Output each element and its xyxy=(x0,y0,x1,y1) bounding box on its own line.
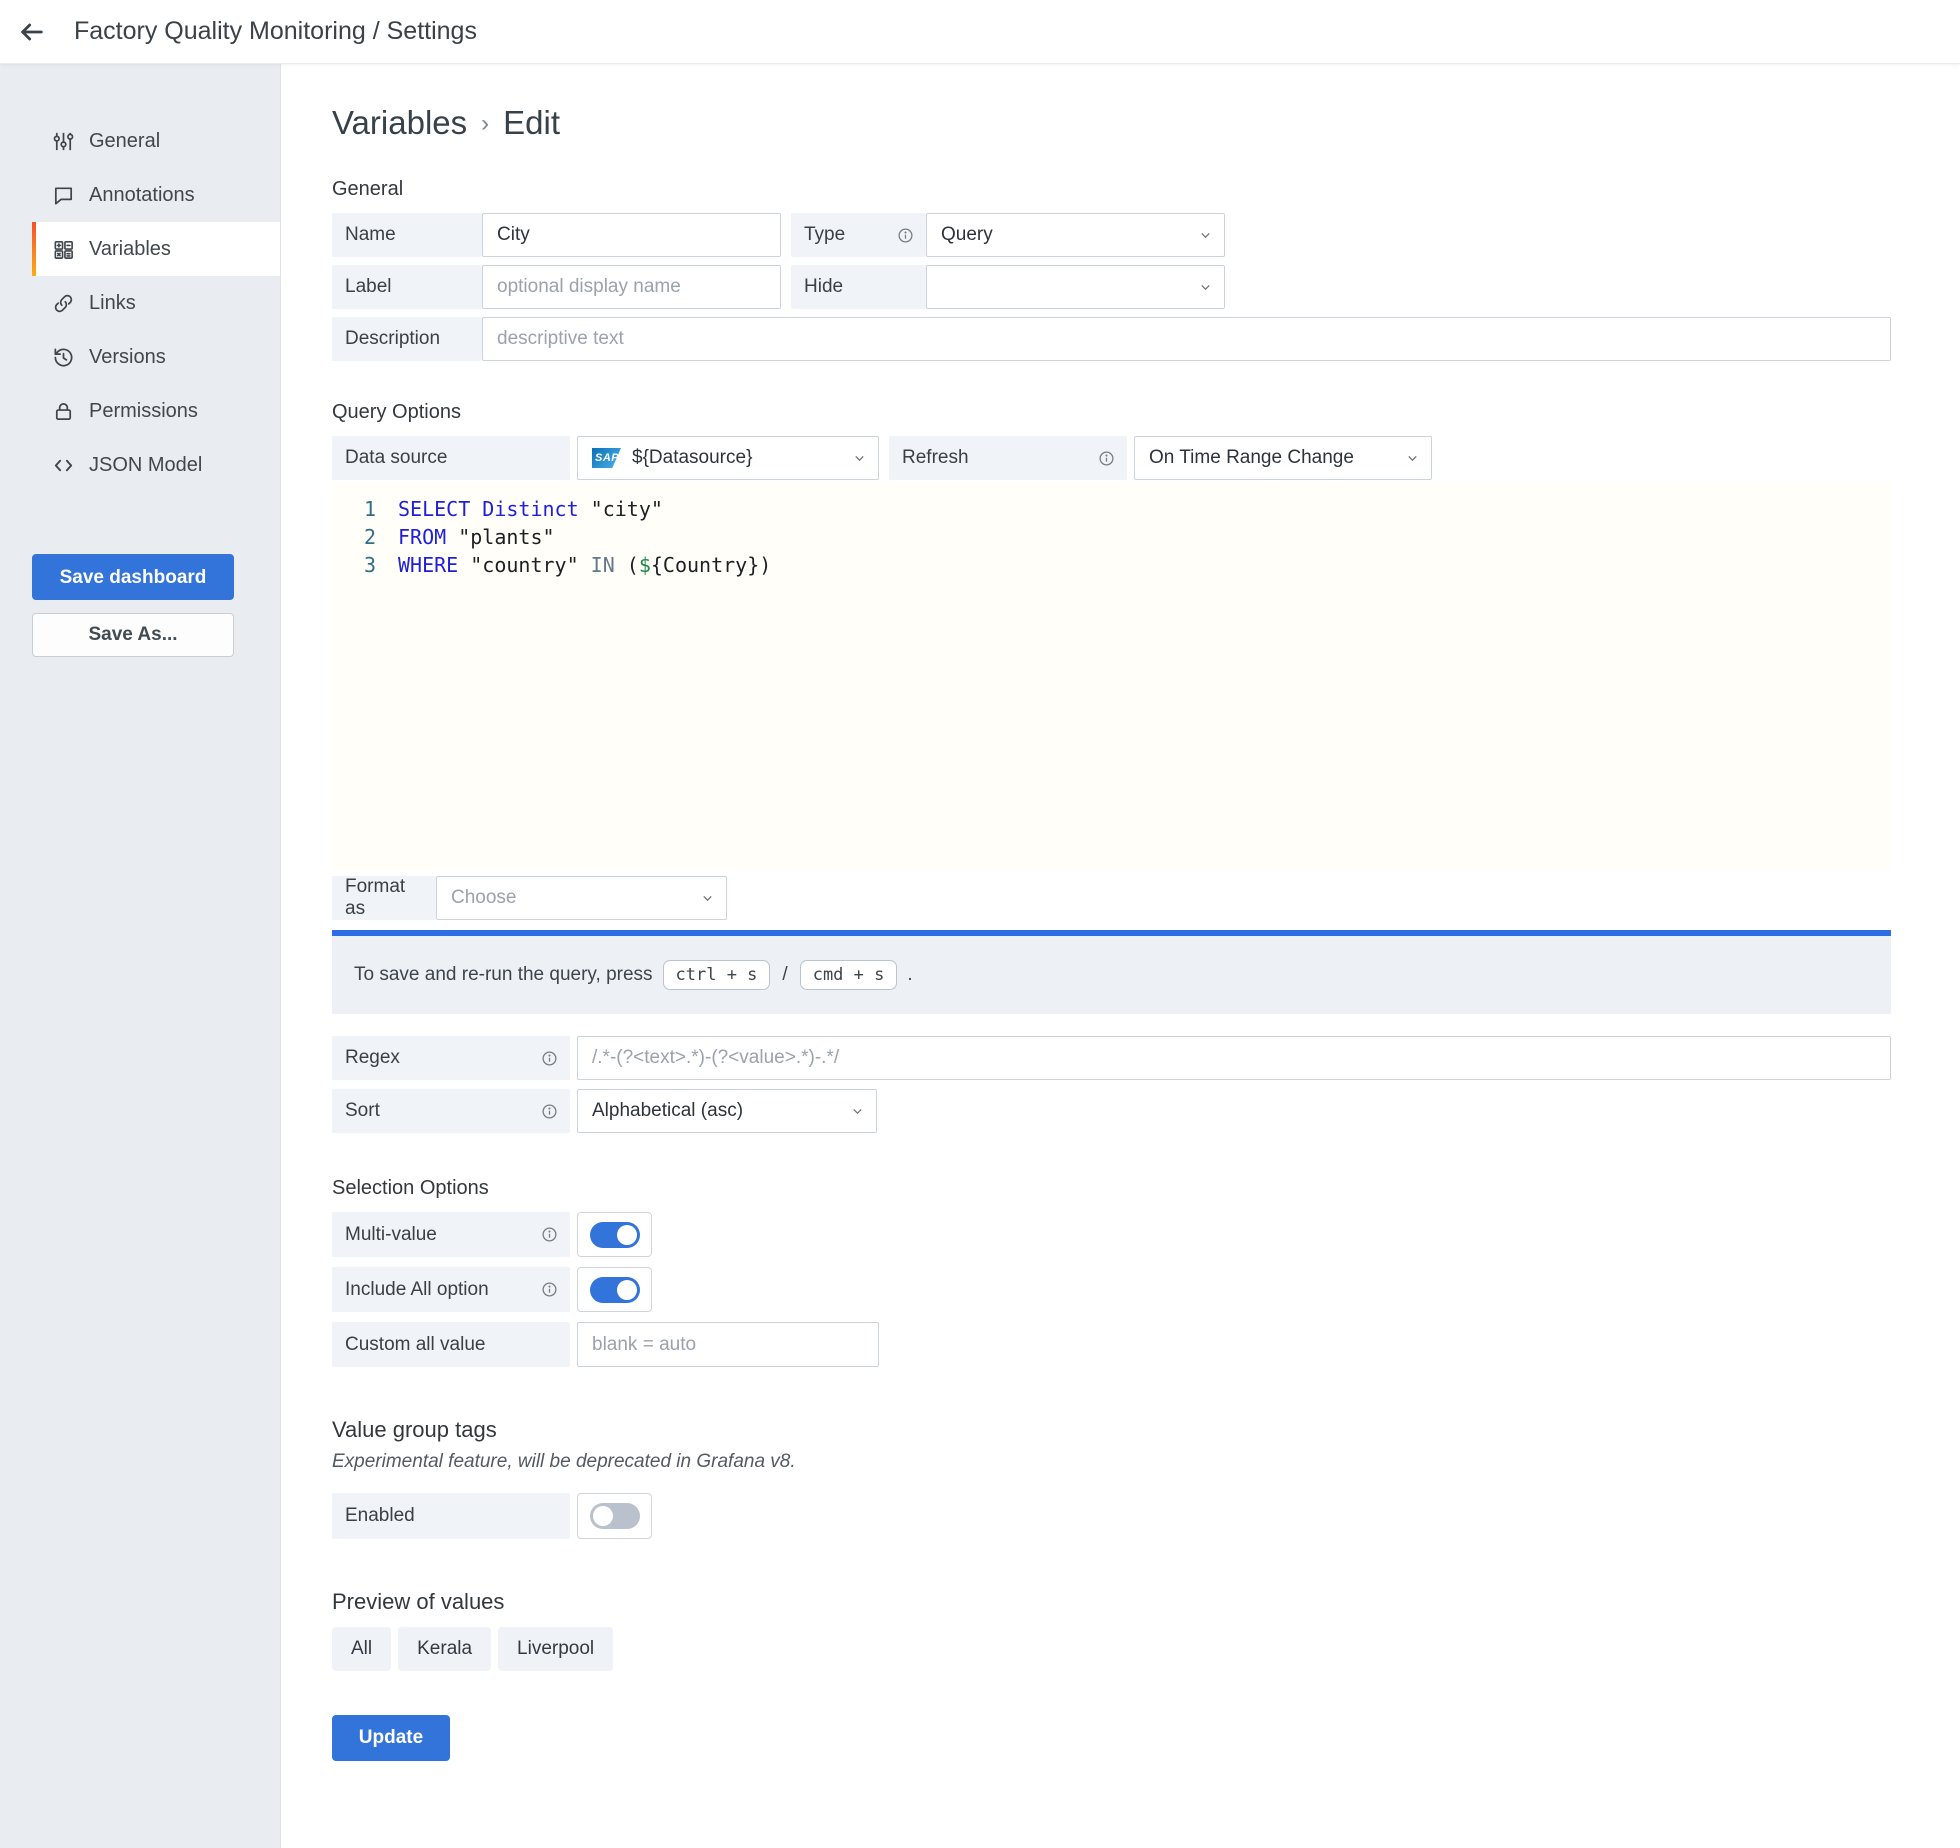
query-options-heading: Query Options xyxy=(332,401,1891,424)
sidebar-item-label: General xyxy=(89,130,160,153)
enabled-toggle[interactable] xyxy=(577,1493,652,1539)
type-select[interactable]: Query xyxy=(926,213,1225,257)
sql-editor[interactable]: 1 SELECT Distinct "city" 2 FROM "plants"… xyxy=(332,482,1891,870)
chevron-down-icon xyxy=(700,891,715,906)
chevron-down-icon xyxy=(1198,228,1213,243)
selection-options-heading: Selection Options xyxy=(332,1177,1891,1200)
breadcrumb-section: Variables xyxy=(332,104,467,142)
description-label: Description xyxy=(332,317,482,361)
sidebar-item-json-model[interactable]: JSON Model xyxy=(32,438,280,492)
breadcrumb: Variables › Edit xyxy=(332,104,1891,142)
breadcrumb-separator-icon: › xyxy=(481,110,489,138)
preview-value-kerala: Kerala xyxy=(398,1627,491,1671)
info-icon[interactable] xyxy=(541,1226,558,1243)
name-label: Name xyxy=(332,213,482,257)
info-icon[interactable] xyxy=(897,227,914,244)
line-number: 2 xyxy=(332,523,376,551)
format-as-label: Format as xyxy=(332,876,436,920)
general-section-heading: General xyxy=(332,178,1891,201)
sidebar-item-label: Annotations xyxy=(89,184,195,207)
sort-label: Sort xyxy=(332,1089,570,1133)
datasource-label: Data source xyxy=(332,436,570,480)
breadcrumb-current: Edit xyxy=(503,104,560,142)
info-icon[interactable] xyxy=(541,1103,558,1120)
label-field[interactable] xyxy=(482,265,781,309)
save-as-button[interactable]: Save As... xyxy=(32,613,234,657)
sap-datasource-icon: SAP xyxy=(592,448,621,468)
sidebar-item-label: Versions xyxy=(89,346,166,369)
update-button[interactable]: Update xyxy=(332,1715,450,1761)
preview-value-liverpool: Liverpool xyxy=(498,1627,613,1671)
sidebar-item-versions[interactable]: Versions xyxy=(32,330,280,384)
multi-value-label: Multi-value xyxy=(332,1212,570,1257)
info-icon[interactable] xyxy=(541,1050,558,1067)
save-dashboard-button[interactable]: Save dashboard xyxy=(32,554,234,600)
hide-select[interactable] xyxy=(926,265,1225,309)
sidebar-item-annotations[interactable]: Annotations xyxy=(32,168,280,222)
multi-value-toggle[interactable] xyxy=(577,1212,652,1257)
kbd-cmd-s: cmd + s xyxy=(800,960,898,990)
label-label: Label xyxy=(332,265,482,309)
info-icon[interactable] xyxy=(541,1281,558,1298)
sql-line: 1 SELECT Distinct "city" xyxy=(332,495,1891,523)
custom-all-value-input[interactable] xyxy=(577,1322,879,1367)
app-header: Factory Quality Monitoring / Settings xyxy=(0,0,1960,64)
sort-select[interactable]: Alphabetical (asc) xyxy=(577,1089,877,1133)
refresh-select[interactable]: On Time Range Change xyxy=(1134,436,1432,480)
info-icon[interactable] xyxy=(1098,450,1115,467)
enabled-label: Enabled xyxy=(332,1493,570,1539)
sidebar-item-permissions[interactable]: Permissions xyxy=(32,384,280,438)
line-number: 1 xyxy=(332,495,376,523)
save-hint: To save and re-run the query, press ctrl… xyxy=(332,936,1891,1014)
regex-label: Regex xyxy=(332,1036,570,1080)
back-button[interactable] xyxy=(0,0,64,64)
variables-icon xyxy=(52,238,75,261)
sidebar-item-label: Links xyxy=(89,292,136,315)
line-number: 3 xyxy=(332,551,376,579)
chevron-down-icon xyxy=(852,451,867,466)
toggle-on-indicator xyxy=(590,1277,640,1303)
format-as-select[interactable]: Choose xyxy=(436,876,727,920)
hide-label: Hide xyxy=(791,265,926,309)
include-all-toggle[interactable] xyxy=(577,1267,652,1312)
sql-line: 3 WHERE "country" IN (${Country}) xyxy=(332,551,1891,579)
refresh-label: Refresh xyxy=(889,436,1127,480)
page-title: Factory Quality Monitoring / Settings xyxy=(74,17,477,46)
sql-line: 2 FROM "plants" xyxy=(332,523,1891,551)
type-label: Type xyxy=(791,213,926,257)
preview-value-all: All xyxy=(332,1627,391,1671)
chevron-down-icon xyxy=(1198,280,1213,295)
sidebar-item-label: Variables xyxy=(89,238,171,261)
toggle-off-indicator xyxy=(590,1503,640,1529)
toggle-on-indicator xyxy=(590,1222,640,1248)
value-group-tags-heading: Value group tags xyxy=(332,1417,1891,1443)
link-icon xyxy=(52,292,75,315)
sidebar-item-label: JSON Model xyxy=(89,454,202,477)
chevron-down-icon xyxy=(850,1104,865,1119)
sidebar-item-general[interactable]: General xyxy=(32,114,280,168)
description-field[interactable] xyxy=(482,317,1891,361)
custom-all-value-label: Custom all value xyxy=(332,1322,570,1367)
sidebar-item-variables[interactable]: Variables xyxy=(32,222,280,276)
kbd-ctrl-s: ctrl + s xyxy=(663,960,771,990)
variables-edit-panel: Variables › Edit General Name Type Query… xyxy=(281,0,1960,1761)
include-all-label: Include All option xyxy=(332,1267,570,1312)
sidebar-item-label: Permissions xyxy=(89,400,198,423)
chevron-down-icon xyxy=(1405,451,1420,466)
sidebar-item-links[interactable]: Links xyxy=(32,276,280,330)
settings-sidebar: General Annotations Variables Links Vers… xyxy=(0,64,281,1848)
name-field[interactable] xyxy=(482,213,781,257)
code-brackets-icon xyxy=(52,454,75,477)
datasource-select[interactable]: SAP ${Datasource} xyxy=(577,436,879,480)
preview-of-values-heading: Preview of values xyxy=(332,1589,1891,1615)
sliders-icon xyxy=(52,130,75,153)
history-icon xyxy=(52,346,75,369)
value-group-tags-note: Experimental feature, will be deprecated… xyxy=(332,1451,1891,1473)
regex-input[interactable] xyxy=(577,1036,1891,1080)
arrow-left-icon xyxy=(18,18,46,46)
comment-icon xyxy=(52,184,75,207)
lock-icon xyxy=(52,400,75,423)
